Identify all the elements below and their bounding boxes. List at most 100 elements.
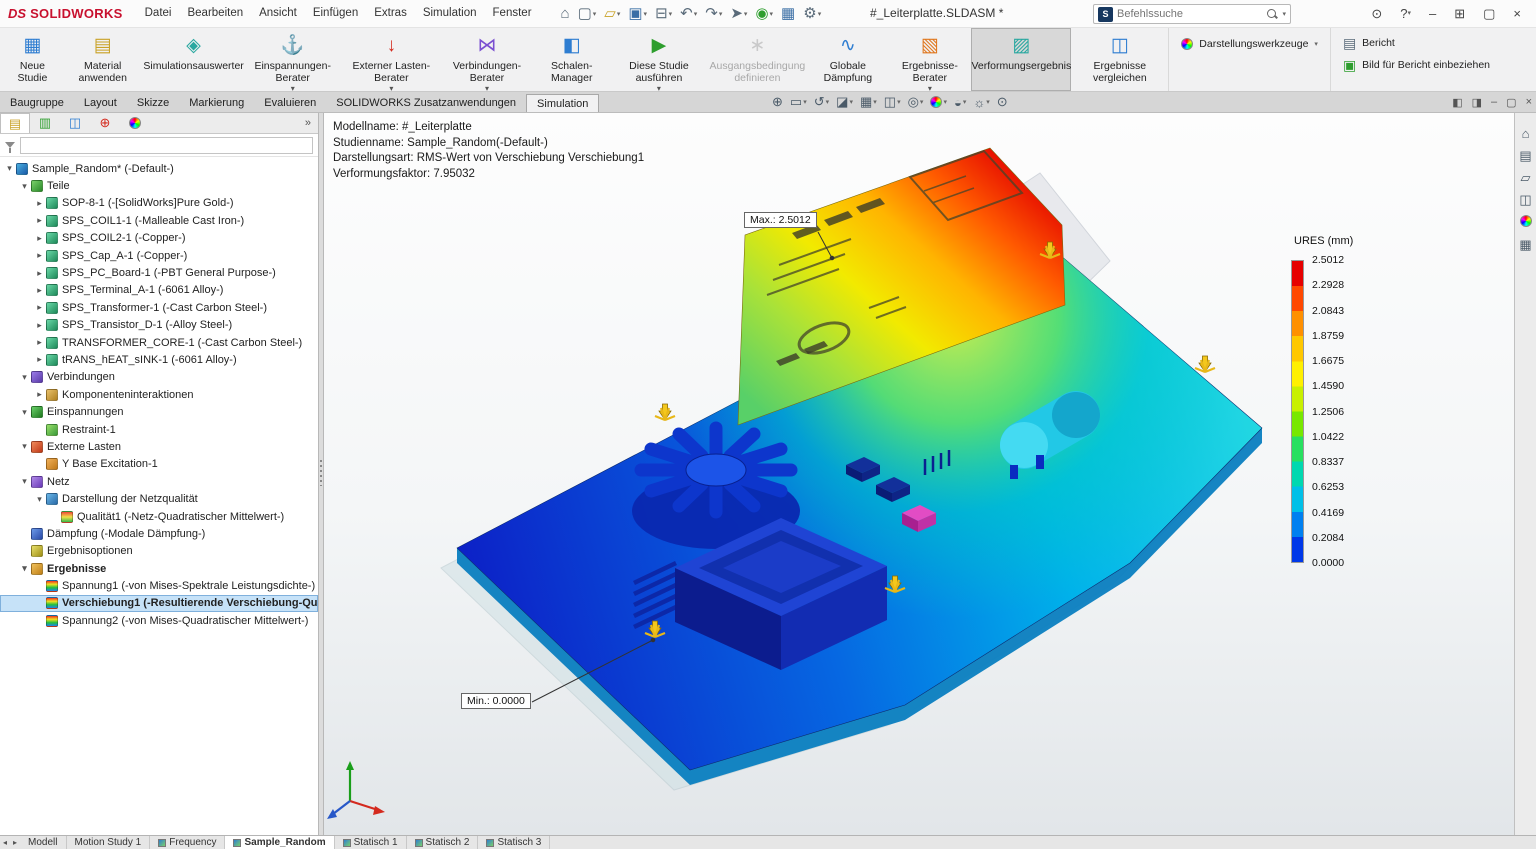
- tab-markierung[interactable]: Markierung: [179, 94, 254, 112]
- tab-simulation[interactable]: Simulation: [526, 94, 599, 112]
- min-callout[interactable]: Min.: 0.0000: [461, 693, 531, 709]
- tree-item-trans-heat-sink-1[interactable]: ▸tRANS_hEAT_sINK-1 (-6061 Alloy-): [0, 351, 318, 368]
- dropdown-arrow-icon[interactable]: ▾: [897, 98, 901, 106]
- expand-down-icon[interactable]: ▾: [19, 441, 30, 452]
- expand-right-icon[interactable]: ▸: [34, 389, 45, 400]
- expand-right-icon[interactable]: ▸: [34, 302, 45, 313]
- dropdown-arrow-icon[interactable]: ▾: [617, 10, 621, 18]
- tree-item-einspannungen[interactable]: ▾Einspannungen: [0, 403, 318, 420]
- tree-item-sps-cap-a-1[interactable]: ▸SPS_Cap_A-1 (-Copper-): [0, 247, 318, 264]
- home-button[interactable]: ⌂: [558, 4, 573, 23]
- print-button[interactable]: ⊟▾: [652, 4, 675, 23]
- ribbon-verformungsergebnis[interactable]: ▨Verformungsergebnis: [971, 28, 1071, 91]
- ribbon-ergebnisse-berater[interactable]: ▧Ergebnisse-Berater▾: [888, 28, 971, 91]
- tree-item-sps-transformer-1[interactable]: ▸SPS_Transformer-1 (-Cast Carbon Steel-): [0, 299, 318, 316]
- expand-right-icon[interactable]: ▸: [34, 354, 45, 365]
- propertymanager-tab[interactable]: ▥: [30, 113, 60, 133]
- restore-button[interactable]: ▢: [1476, 0, 1502, 27]
- expand-down-icon[interactable]: ▾: [19, 181, 30, 192]
- dropdown-arrow-icon[interactable]: ▾: [744, 10, 748, 18]
- filter-input[interactable]: [20, 137, 313, 154]
- study-tab-statisch-1[interactable]: Statisch 1: [335, 836, 407, 849]
- resources-button[interactable]: ⌂: [1522, 127, 1530, 140]
- graphics-area[interactable]: Modellname: #_LeiterplatteStudienname: S…: [324, 113, 1514, 835]
- edit-appearance-button[interactable]: ▾: [928, 96, 949, 108]
- tree-item-komponenteninteraktionen[interactable]: ▸Komponenteninteraktionen: [0, 386, 318, 403]
- expand-right-icon[interactable]: ▸: [34, 285, 45, 296]
- menu-datei[interactable]: Datei: [137, 0, 180, 27]
- menu-bearbeiten[interactable]: Bearbeiten: [179, 0, 251, 27]
- apply-scene-button[interactable]: ◒▾: [952, 95, 968, 110]
- max-callout[interactable]: Max.: 2.5012: [744, 212, 817, 228]
- dropdown-arrow-icon[interactable]: ▾: [644, 10, 648, 18]
- dropdown-arrow-icon[interactable]: ▾: [669, 10, 673, 18]
- tab-layout[interactable]: Layout: [74, 94, 127, 112]
- pane-right-button[interactable]: ◨: [1472, 96, 1482, 109]
- tree-item-restraint-1[interactable]: Restraint-1: [0, 421, 318, 438]
- study-tab-modell[interactable]: Modell: [20, 836, 66, 849]
- expand-right-icon[interactable]: ▸: [34, 268, 45, 279]
- ribbon-neue-studie[interactable]: ▦Neue Studie: [3, 28, 62, 91]
- dimxpertmanager-tab[interactable]: ⊕: [90, 113, 120, 133]
- doc-minimize-button[interactable]: –: [1491, 96, 1497, 108]
- ribbon-material-anwenden[interactable]: ▤Material anwenden: [62, 28, 144, 91]
- tab-skizze[interactable]: Skizze: [127, 94, 179, 112]
- select-cursor-button[interactable]: ➤▾: [727, 4, 750, 23]
- ribbon-einspannungen-berater[interactable]: ⚓Einspannungen-Berater▾: [244, 28, 342, 91]
- search-dropdown-icon[interactable]: ▾: [1282, 10, 1286, 18]
- close-button[interactable]: ×: [1506, 0, 1528, 27]
- tree-item-sps-terminal-a-1[interactable]: ▸SPS_Terminal_A-1 (-6061 Alloy-): [0, 282, 318, 299]
- section-view-button[interactable]: ◪▾: [834, 94, 855, 110]
- ribbon-globale-d-mpfung[interactable]: ∿Globale Dämpfung: [807, 28, 888, 91]
- search-icon[interactable]: [1266, 8, 1278, 20]
- ribbon-ausgangsbedingung-definieren[interactable]: ∗Ausgangsbedingung definieren: [707, 28, 807, 91]
- tree-item-sop-8-1[interactable]: ▸SOP-8-1 (-[SolidWorks]Pure Gold-): [0, 195, 318, 212]
- dropdown-arrow-icon[interactable]: ▾: [770, 10, 774, 18]
- menu-simulation[interactable]: Simulation: [415, 0, 485, 27]
- tree-item-verschiebung1[interactable]: Verschiebung1 (-Resultierende Verschiebu…: [0, 595, 318, 612]
- tab-evaluieren[interactable]: Evaluieren: [254, 94, 326, 112]
- featuremanager-tab[interactable]: ▤: [0, 113, 30, 133]
- tree-item-d-mpfung[interactable]: Dämpfung (-Modale Dämpfung-): [0, 525, 318, 542]
- tab-solidworks-zusatzanwendungen[interactable]: SOLIDWORKS Zusatzanwendungen: [326, 94, 526, 112]
- ribbon-darstellungswerkzeuge[interactable]: Darstellungswerkzeuge▾: [1181, 38, 1318, 50]
- dropdown-arrow-icon[interactable]: ▾: [986, 98, 990, 106]
- expand-right-icon[interactable]: ▸: [34, 215, 45, 226]
- custom-properties-button[interactable]: ▦: [1519, 238, 1531, 251]
- rebuild-button[interactable]: ◉▾: [752, 4, 776, 23]
- file-explorer-button[interactable]: ▱: [1521, 171, 1531, 184]
- view-palette-button[interactable]: ◫: [1519, 193, 1531, 206]
- ribbon-simulationsauswerter[interactable]: ◈Simulationsauswerter: [144, 28, 244, 91]
- menu-fenster[interactable]: Fenster: [485, 0, 540, 27]
- expand-right-icon[interactable]: ▸: [34, 337, 45, 348]
- tree-item-sps-pc-board-1[interactable]: ▸SPS_PC_Board-1 (-PBT General Purpose-): [0, 264, 318, 281]
- tree-item-sps-transistor-d-1[interactable]: ▸SPS_Transistor_D-1 (-Alloy Steel-): [0, 317, 318, 334]
- expand-down-icon[interactable]: ▾: [19, 563, 30, 574]
- ribbon-bericht[interactable]: ▤Bericht: [1343, 36, 1490, 50]
- ribbon-verbindungen-berater[interactable]: ⋈Verbindungen-Berater▾: [441, 28, 533, 91]
- help-button[interactable]: ?▾: [1393, 0, 1418, 27]
- dropdown-arrow-icon[interactable]: ▾: [943, 98, 947, 106]
- tree-item-spannung1[interactable]: Spannung1 (-von Mises-Spektrale Leistung…: [0, 577, 318, 594]
- redo-button[interactable]: ↷▾: [702, 4, 725, 23]
- expand-right-icon[interactable]: ▸: [34, 198, 45, 209]
- dropdown-arrow-icon[interactable]: ▾: [849, 98, 853, 106]
- view-orientation-button[interactable]: ▦▾: [858, 94, 879, 110]
- dropdown-arrow-icon[interactable]: ▾: [826, 98, 830, 106]
- tab-scroll-right-icon[interactable]: ▸: [10, 836, 20, 849]
- tree-item-externe[interactable]: ▾Externe Lasten: [0, 438, 318, 455]
- tile-windows-button[interactable]: ⊞: [1447, 0, 1472, 27]
- tab-baugruppe[interactable]: Baugruppe: [0, 94, 74, 112]
- panel-collapse-chevron[interactable]: »: [298, 113, 318, 133]
- undo-button[interactable]: ↶▾: [677, 4, 700, 23]
- study-tab-statisch-2[interactable]: Statisch 2: [407, 836, 479, 849]
- dropdown-arrow-icon[interactable]: ▾: [719, 10, 723, 18]
- tab-scroll-left-icon[interactable]: ◂: [0, 836, 10, 849]
- expand-right-icon[interactable]: ▸: [34, 250, 45, 261]
- tree-item-netz[interactable]: ▾Netz: [0, 473, 318, 490]
- tree-item-sps-coil1-1[interactable]: ▸SPS_COIL1-1 (-Malleable Cast Iron-): [0, 212, 318, 229]
- display-style-button[interactable]: ◫▾: [882, 94, 903, 110]
- view-settings-button[interactable]: ☼▾: [971, 95, 991, 110]
- camera-button[interactable]: ⊙: [995, 94, 1010, 110]
- dropdown-arrow-icon[interactable]: ▾: [694, 10, 698, 18]
